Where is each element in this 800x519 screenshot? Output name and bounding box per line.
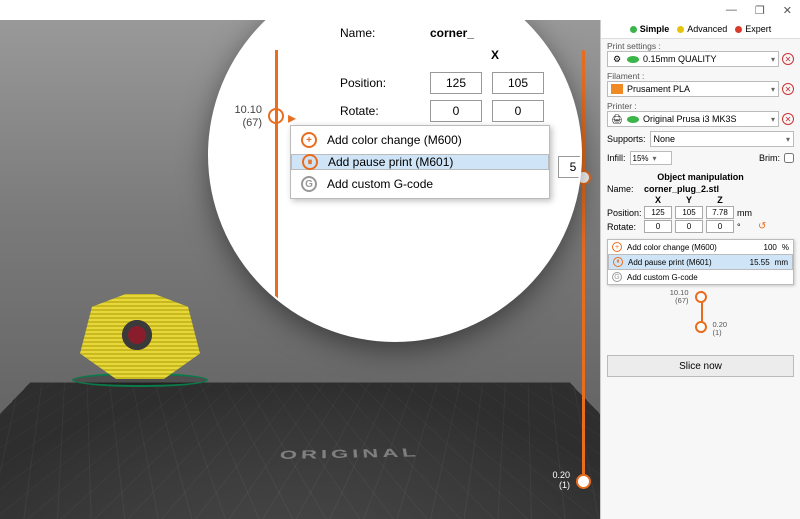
- pos-z-input[interactable]: [706, 206, 734, 219]
- side-panel: Simple Advanced Expert Print settings : …: [600, 20, 800, 519]
- pause-circle-icon: ⏸: [613, 257, 623, 267]
- window-minimize-button[interactable]: —: [726, 4, 737, 16]
- plus-circle-icon: +: [612, 242, 622, 252]
- unit-percent: %: [782, 243, 789, 252]
- remove-filament-icon[interactable]: ✕: [782, 83, 794, 95]
- scale-value: 100: [764, 243, 777, 252]
- mode-switcher: Simple Advanced Expert: [601, 20, 800, 39]
- panel-slider-lower-thumb[interactable]: [695, 321, 707, 333]
- plus-circle-icon: +: [301, 132, 317, 148]
- menu-add-custom-gcode[interactable]: G Add custom G-code: [608, 270, 793, 284]
- filament-swatch-icon: [611, 84, 623, 94]
- mode-expert[interactable]: Expert: [735, 24, 771, 34]
- window-maximize-button[interactable]: ❐: [755, 4, 765, 17]
- mode-advanced[interactable]: Advanced: [677, 24, 727, 34]
- chevron-down-icon: ▾: [771, 55, 775, 64]
- panel-slider-bottom-label: 0.20(1): [713, 321, 728, 338]
- printer-label: Printer :: [607, 101, 794, 111]
- brim-checkbox[interactable]: [784, 153, 794, 163]
- rotate-label: Rotate:: [607, 222, 641, 232]
- rotate-y-input[interactable]: [492, 100, 544, 122]
- layer-slider-lower-thumb[interactable]: [576, 474, 591, 489]
- add-marker-icon[interactable]: [268, 108, 284, 124]
- gcode-circle-icon: G: [301, 176, 317, 192]
- object-manipulation-panel: Object manipulation Name: corner_plug_2.…: [601, 167, 800, 237]
- unit-mm: mm: [775, 258, 788, 267]
- position-x-input[interactable]: [430, 72, 482, 94]
- position-label: Position:: [340, 76, 420, 90]
- object-name: corner_plug_2.stl: [644, 184, 794, 194]
- gear-icon: ⚙: [611, 54, 623, 65]
- panel-layer-slider[interactable]: 10.10(67) 0.20(1): [609, 291, 792, 347]
- infill-select[interactable]: 15%▾: [630, 151, 672, 165]
- slider-caret-icon: ▸: [288, 108, 302, 122]
- print-settings-label: Print settings :: [607, 41, 794, 51]
- mode-simple[interactable]: Simple: [630, 24, 670, 34]
- printer-select[interactable]: 🖨 Original Prusa i3 MK3S ▾: [607, 111, 779, 127]
- rot-z-input[interactable]: [706, 220, 734, 233]
- pos-y-input[interactable]: [675, 206, 703, 219]
- panel-slider-top-label: 10.10(67): [670, 289, 689, 306]
- menu-add-color-change[interactable]: + Add color change (M600) 100 %: [608, 240, 793, 254]
- rot-x-input[interactable]: [644, 220, 672, 233]
- printer-dot-icon: [627, 116, 639, 123]
- axis-x-header: X: [491, 48, 499, 62]
- filament-select[interactable]: Prusament PLA ▾: [607, 81, 779, 97]
- window-close-button[interactable]: ✕: [783, 4, 792, 17]
- hidden-value-input[interactable]: [558, 156, 580, 178]
- supports-label: Supports:: [607, 134, 646, 144]
- menu-add-pause-print[interactable]: ⏸ Add pause print (M601): [291, 154, 549, 170]
- pos-x-input[interactable]: [644, 206, 672, 219]
- rotate-x-input[interactable]: [430, 100, 482, 122]
- size-value: 15.55: [750, 258, 770, 267]
- filament-label: Filament :: [607, 71, 794, 81]
- panel-slider-upper-thumb[interactable]: [695, 291, 707, 303]
- name-label: Name:: [340, 26, 420, 40]
- name-label: Name:: [607, 184, 641, 194]
- printer-icon: 🖨: [611, 114, 623, 125]
- print-settings-select[interactable]: ⚙ 0.15mm QUALITY ▾: [607, 51, 779, 67]
- menu-add-color-change[interactable]: + Add color change (M600): [291, 126, 549, 154]
- reset-rotation-icon[interactable]: ↺: [758, 221, 766, 232]
- magnified-layer-slider[interactable]: 10.10(67) ▸: [266, 50, 288, 310]
- bed-brand-label: ORIGINAL: [279, 446, 421, 462]
- unit-mm: mm: [737, 208, 755, 218]
- object-name-value: corner_: [430, 26, 474, 40]
- remove-printer-icon[interactable]: ✕: [782, 113, 794, 125]
- magnifier-overlay: Object manipul Name: corner_ X Position:…: [210, 20, 580, 340]
- infill-label: Infill:: [607, 153, 626, 163]
- remove-preset-icon[interactable]: ✕: [782, 53, 794, 65]
- magnified-slider-label: 10.10(67): [234, 104, 262, 129]
- window-titlebar: — ❐ ✕: [0, 0, 800, 20]
- menu-add-pause-print[interactable]: ⏸ Add pause print (M601) 15.55 mm: [608, 254, 793, 270]
- rot-y-input[interactable]: [675, 220, 703, 233]
- gcode-circle-icon: G: [612, 272, 622, 282]
- layer-context-menu: + Add color change (M600) ⏸ Add pause pr…: [290, 125, 550, 199]
- slice-now-button[interactable]: Slice now: [607, 355, 794, 377]
- pause-circle-icon: ⏸: [302, 154, 318, 170]
- position-y-input[interactable]: [492, 72, 544, 94]
- chevron-down-icon: ▾: [786, 135, 790, 144]
- menu-add-custom-gcode[interactable]: G Add custom G-code: [291, 170, 549, 198]
- layer-slider-bottom-label: 0.20(1): [552, 471, 570, 491]
- layer-context-menu-small: + Add color change (M600) 100 % ⏸ Add pa…: [607, 239, 794, 285]
- chevron-down-icon: ▾: [771, 85, 775, 94]
- rotate-label: Rotate:: [340, 104, 420, 118]
- quality-dot-icon: [627, 56, 639, 63]
- brim-label: Brim:: [759, 153, 780, 163]
- 3d-viewport[interactable]: ORIGINAL 10.10(67) 0.20(1) Object manipu…: [0, 20, 600, 519]
- model-preview[interactable]: [80, 294, 200, 379]
- chevron-down-icon: ▾: [771, 115, 775, 124]
- position-label: Position:: [607, 208, 641, 218]
- unit-deg: °: [737, 222, 755, 232]
- supports-select[interactable]: None ▾: [650, 131, 794, 147]
